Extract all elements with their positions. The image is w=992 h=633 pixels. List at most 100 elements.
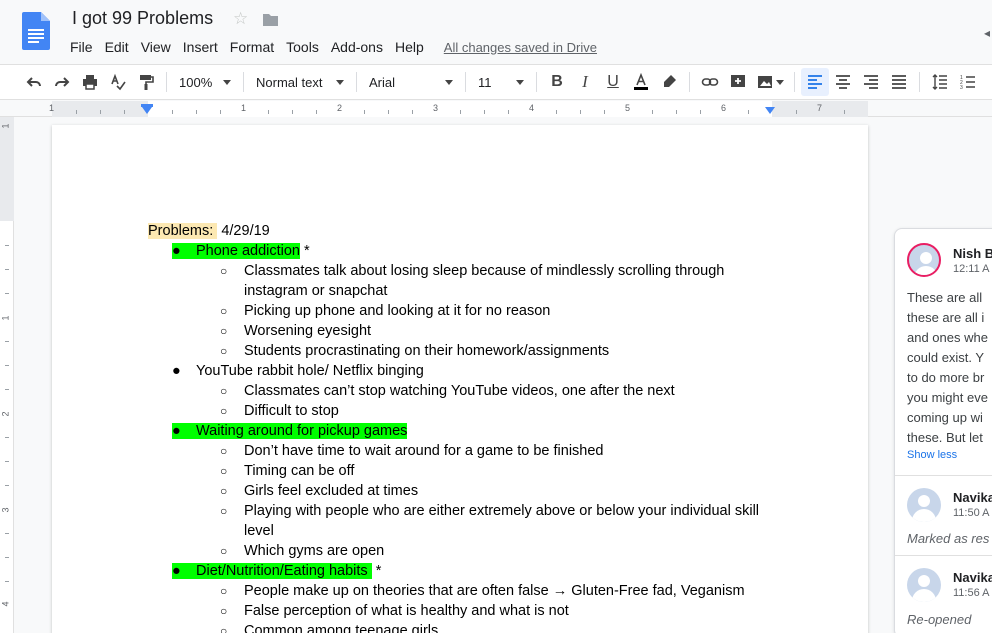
align-center-icon[interactable] (829, 68, 857, 96)
avatar[interactable] (907, 488, 941, 522)
doc-header-line: Problems: 4/29/19 (148, 221, 788, 241)
font-size-select[interactable]: 11 (472, 68, 530, 96)
sub-bullet-text: Students procrastinating on their homewo… (244, 343, 610, 359)
menu-format[interactable]: Format (224, 39, 280, 55)
show-less-link[interactable]: Show less (907, 449, 957, 461)
sub-bullet-item: ○ Students procrastinating on their homew… (148, 341, 788, 361)
undo-icon[interactable] (20, 68, 48, 96)
sub-bullet-text: Classmates can’t stop watching YouTube v… (244, 383, 675, 399)
link-icon[interactable] (696, 68, 724, 96)
bullet-text: Phone addiction (196, 243, 300, 259)
sub-bullet-text: Picking up phone and looking at it for n… (244, 303, 551, 319)
chevron-down-icon (336, 79, 344, 85)
ruler-tick (172, 110, 173, 114)
hollow-bullet-icon: ○ (220, 404, 228, 418)
chevron-down-icon (223, 79, 231, 85)
menu-insert[interactable]: Insert (177, 39, 224, 55)
paragraph-style-select[interactable]: Normal text (250, 68, 350, 96)
text-color-icon[interactable] (627, 68, 655, 96)
vruler-tick (5, 269, 9, 270)
zoom-select[interactable]: 100% (173, 68, 237, 96)
justify-icon[interactable] (885, 68, 913, 96)
sub-bullet-text: Common among teenage girls (244, 623, 439, 633)
insert-image-icon[interactable] (752, 68, 788, 96)
comment-time: 11:56 A (953, 587, 990, 599)
menu-help[interactable]: Help (389, 39, 430, 55)
vruler-tick (5, 557, 9, 558)
ruler-tick (364, 110, 365, 114)
menu-addons[interactable]: Add-ons (325, 39, 389, 55)
toolbar-divider (919, 72, 920, 92)
comment-line: These are all (907, 290, 983, 305)
highlight-color-icon[interactable] (655, 68, 683, 96)
menu-edit[interactable]: Edit (99, 39, 135, 55)
sub-bullet-item: ○ People make up on theories that are oft… (148, 581, 788, 601)
sub-bullet-item: ○ Classmates talk about losing sleep beca… (148, 261, 788, 281)
vruler-margin-top (0, 117, 14, 221)
document-page[interactable]: Problems: 4/29/19 ● Phone addiction * ○ Cl… (52, 125, 868, 633)
star-icon[interactable]: ☆ (233, 9, 248, 29)
google-docs-logo-icon[interactable] (22, 12, 50, 50)
ruler-tick (796, 110, 797, 114)
sub-bullet-text: Timing can be off (244, 463, 355, 479)
avatar[interactable] (907, 243, 941, 277)
hollow-bullet-icon: ○ (220, 604, 228, 618)
print-icon[interactable] (76, 68, 104, 96)
vertical-ruler[interactable]: 1 1 2 3 4 (0, 117, 14, 633)
toolbar-divider (166, 72, 167, 92)
add-comment-icon[interactable] (724, 68, 752, 96)
document-title[interactable]: I got 99 Problems (72, 8, 213, 29)
avatar-body (912, 509, 936, 522)
left-indent-marker[interactable] (142, 107, 152, 114)
ruler-tick (220, 110, 221, 114)
right-indent-marker[interactable] (765, 107, 775, 114)
ruler-tick (460, 110, 461, 114)
vruler-tick (5, 461, 9, 462)
align-left-icon[interactable] (801, 68, 829, 96)
comment-status: Marked as res (907, 531, 990, 546)
align-right-icon[interactable] (857, 68, 885, 96)
save-status-link[interactable]: All changes saved in Drive (444, 40, 597, 55)
problems-label: Problems: (148, 223, 218, 239)
bold-icon[interactable]: B (543, 68, 571, 96)
comments-panel[interactable]: Nish B 12:11 A These are all these are a… (894, 228, 992, 633)
highlighted-bullet: ● Phone addiction (172, 243, 300, 259)
numbered-list-icon[interactable]: 123 (954, 68, 982, 96)
sub-bullet-text: Difficult to stop (244, 403, 339, 419)
folder-icon[interactable] (262, 12, 279, 27)
comment-line: could exist. Y (907, 350, 985, 365)
chevron-icon[interactable]: ◂ (984, 26, 990, 40)
sub-bullet-item: ○ Don’t have time to wait around for a ga… (148, 441, 788, 461)
avatar[interactable] (907, 568, 941, 602)
comment-line: and ones whe (907, 330, 988, 345)
avatar-head (918, 495, 930, 507)
ruler-tick (316, 110, 317, 114)
toolbar-divider (794, 72, 795, 92)
paint-format-icon[interactable] (132, 68, 160, 96)
hollow-bullet-icon: ○ (220, 624, 228, 633)
font-family-select[interactable]: Arial (363, 68, 459, 96)
menu-file[interactable]: File (64, 39, 99, 55)
sub-bullet-text: Classmates talk about losing sleep becau… (244, 263, 725, 279)
bullet-text: Diet/Nutrition/Eating habits (196, 563, 372, 579)
menu-view[interactable]: View (135, 39, 177, 55)
bullet-text: YouTube rabbit hole/ Netflix binging (196, 363, 424, 379)
avatar-body (914, 266, 938, 275)
sub-bullet-text: Worsening eyesight (244, 323, 372, 339)
bullet-suffix: * (371, 563, 382, 579)
underline-icon[interactable]: U (599, 68, 627, 96)
vruler-number: 3 (0, 507, 11, 513)
bullet-icon: ● (172, 243, 181, 259)
menu-tools[interactable]: Tools (280, 39, 325, 55)
sub-bullet-item: ○ Girls feel excluded at times (148, 481, 788, 501)
spellcheck-icon[interactable] (104, 68, 132, 96)
horizontal-ruler[interactable]: 1 1 2 3 4 5 6 7 (0, 101, 992, 117)
sub-bullet-item: ○ Timing can be off (148, 461, 788, 481)
sub-bullet-item: ○ Worsening eyesight (148, 321, 788, 341)
hollow-bullet-icon: ○ (220, 484, 228, 498)
vruler-number: 2 (0, 411, 11, 417)
document-body[interactable]: Problems: 4/29/19 ● Phone addiction * ○ Cl… (148, 221, 788, 633)
line-spacing-icon[interactable] (926, 68, 954, 96)
italic-icon[interactable]: I (571, 68, 599, 96)
redo-icon[interactable] (48, 68, 76, 96)
